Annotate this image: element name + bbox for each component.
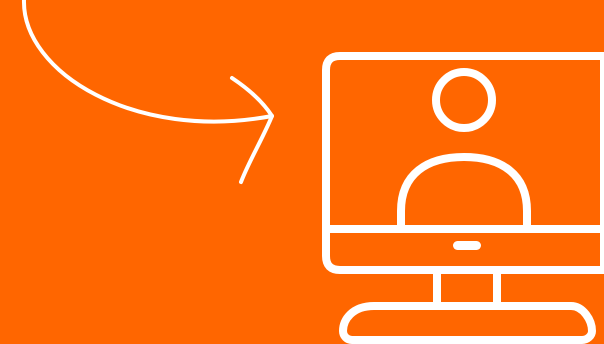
illustration-canvas <box>0 0 604 344</box>
video-call-illustration <box>0 0 604 344</box>
monitor-power-indicator <box>453 241 481 250</box>
